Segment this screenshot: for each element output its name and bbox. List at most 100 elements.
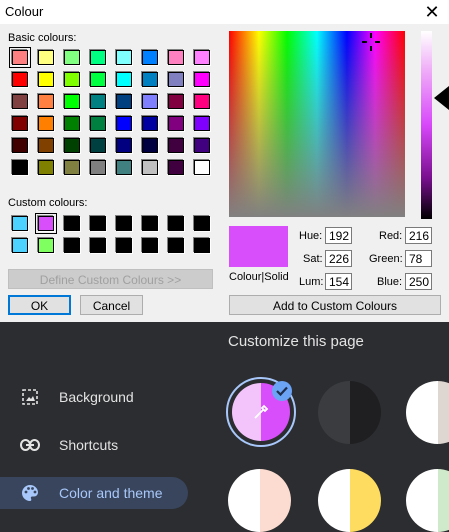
basic-colour-cell[interactable] [12,72,28,87]
basic-colour-cell[interactable] [90,72,106,87]
basic-colour-cell[interactable] [38,138,54,153]
basic-colour-cell[interactable] [9,47,31,68]
custom-colour-cell[interactable] [35,213,57,234]
basic-colour-cell[interactable] [194,50,210,65]
basic-colour-cell[interactable] [38,50,54,65]
custom-colour-cell[interactable] [168,216,184,231]
luminosity-arrow-icon[interactable] [434,86,449,115]
basic-colour-cell[interactable] [38,94,54,109]
sidebar-item-background[interactable]: Background [0,381,188,413]
basic-colour-cell[interactable] [142,138,158,153]
custom-colour-cell[interactable] [194,238,210,253]
basic-colour-cell[interactable] [64,72,80,87]
hue-field[interactable]: 192 [325,227,352,244]
basic-colour-cell[interactable] [12,138,28,153]
custom-colour-cell[interactable] [142,216,158,231]
custom-colour-cell[interactable] [142,238,158,253]
basic-colour-cell[interactable] [142,160,158,175]
basic-colour-cell[interactable] [116,138,132,153]
sat-label: Sat: [303,253,323,265]
basic-colour-cell[interactable] [90,94,106,109]
lum-field[interactable]: 154 [325,273,352,290]
basic-colour-cell[interactable] [194,138,210,153]
custom-colour-cell[interactable] [168,238,184,253]
basic-colour-cell[interactable] [116,50,132,65]
basic-colour-cell[interactable] [168,116,184,131]
basic-colour-cell[interactable] [194,116,210,131]
custom-colour-cell[interactable] [64,238,80,253]
sidebar-item-color-and-theme[interactable]: Color and theme [0,477,188,509]
theme-swatch-green[interactable] [406,469,449,532]
dialog-title: Colour [5,4,44,19]
theme-swatch-peach[interactable] [228,469,291,532]
blue-label: Blue: [377,276,403,288]
custom-colour-cell[interactable] [12,216,28,231]
close-icon[interactable]: ✕ [421,1,443,23]
colour-solid-label: Colour|Solid [229,271,289,283]
basic-colour-cell[interactable] [194,160,210,175]
basic-colour-cell[interactable] [142,94,158,109]
custom-colour-cell[interactable] [194,216,210,231]
selected-check-icon [272,381,292,401]
green-field[interactable]: 78 [405,250,432,267]
basic-colour-cell[interactable] [116,94,132,109]
basic-colour-cell[interactable] [38,72,54,87]
custom-colour-cell[interactable] [116,216,132,231]
custom-colour-cell[interactable] [116,238,132,253]
sat-field[interactable]: 226 [325,250,352,267]
basic-colour-cell[interactable] [12,160,28,175]
define-custom-colours-button[interactable]: Define Custom Colours >> [8,269,213,289]
custom-colour-cell[interactable] [90,238,106,253]
custom-colour-cell[interactable] [90,216,106,231]
basic-colour-cell[interactable] [64,138,80,153]
custom-colour-cell[interactable] [38,238,54,253]
basic-colour-cell[interactable] [38,160,54,175]
basic-colour-cell[interactable] [168,138,184,153]
custom-colour-cell[interactable] [64,216,80,231]
sidebar-item-shortcuts[interactable]: Shortcuts [0,429,188,461]
basic-colour-cell[interactable] [168,50,184,65]
basic-colour-cell[interactable] [168,160,184,175]
red-field[interactable]: 216 [405,227,432,244]
basic-colour-cell[interactable] [116,116,132,131]
basic-colour-cell[interactable] [90,160,106,175]
theme-swatch-dark[interactable] [318,381,381,444]
basic-colour-cell[interactable] [64,94,80,109]
basic-colour-cell[interactable] [64,50,80,65]
custom-colour-cell[interactable] [12,238,28,253]
sidebar-item-label: Shortcuts [59,437,119,453]
palette-icon [20,483,40,503]
title-bar: Colour ✕ [0,0,449,24]
green-label: Green: [369,253,403,265]
basic-colour-cell[interactable] [142,50,158,65]
theme-swatch-light[interactable] [406,381,449,444]
basic-colour-cell[interactable] [64,116,80,131]
theme-swatch-yellow[interactable] [318,469,381,532]
basic-colour-cell[interactable] [64,160,80,175]
basic-colour-cell[interactable] [90,138,106,153]
colour-dialog: Colour ✕ Basic colours: Custom colours: … [0,0,449,322]
hue-label: Hue: [299,230,323,242]
blue-field[interactable]: 250 [405,273,432,290]
basic-colour-cell[interactable] [194,94,210,109]
basic-colour-cell[interactable] [90,50,106,65]
basic-colour-cell[interactable] [116,72,132,87]
link-icon [20,435,40,455]
ok-button[interactable]: OK [8,295,71,315]
basic-colour-cell[interactable] [142,72,158,87]
add-to-custom-colours-button[interactable]: Add to Custom Colours [229,295,441,315]
panel-title: Customize this page [228,333,364,350]
basic-colour-cell[interactable] [168,72,184,87]
luminosity-bar[interactable] [421,31,432,219]
basic-colour-cell[interactable] [12,116,28,131]
cancel-button[interactable]: Cancel [80,295,143,315]
basic-colour-cell[interactable] [142,116,158,131]
basic-colour-cell[interactable] [168,94,184,109]
basic-colour-cell[interactable] [90,116,106,131]
basic-colour-cell[interactable] [194,72,210,87]
colour-spectrum[interactable] [229,31,405,217]
basic-colour-cell[interactable] [12,94,28,109]
basic-colour-cell[interactable] [38,116,54,131]
basic-colour-cell[interactable] [116,160,132,175]
eyedropper-icon [252,403,270,426]
